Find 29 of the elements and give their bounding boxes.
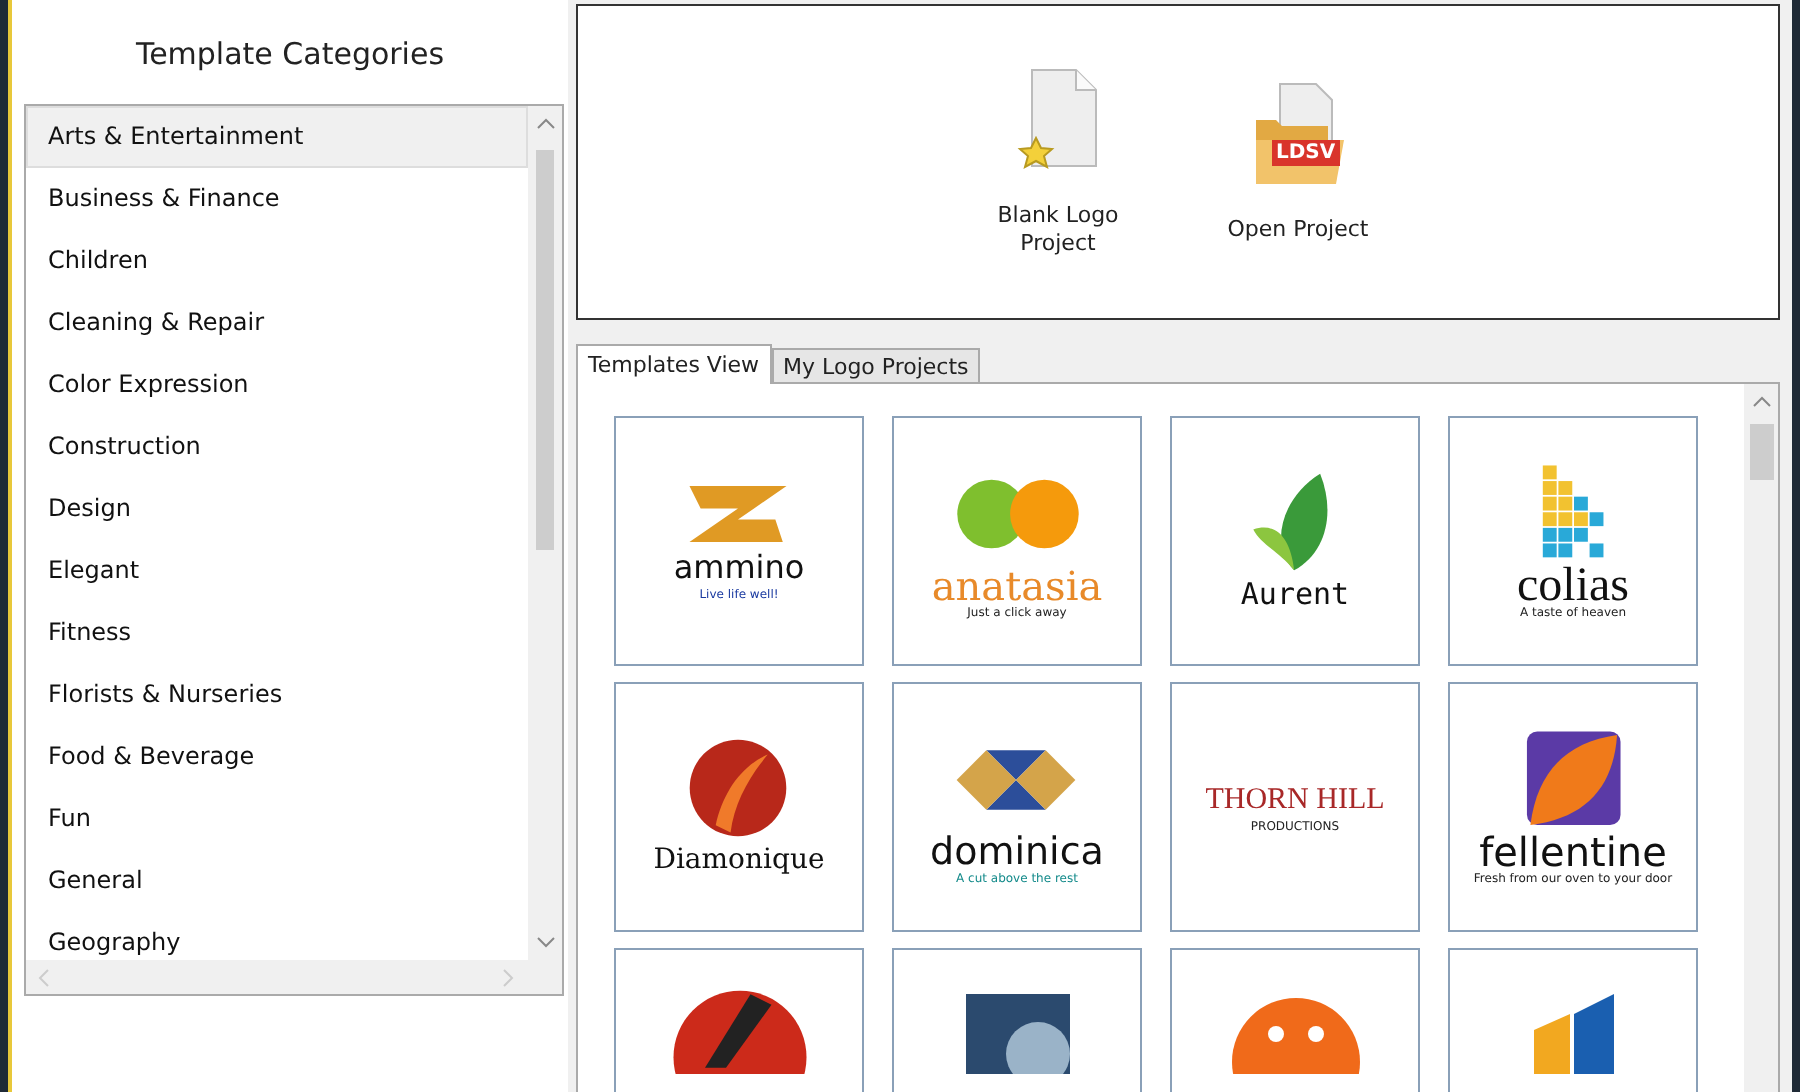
category-item[interactable]: Construction: [26, 416, 528, 478]
category-item[interactable]: Florists & Nurseries: [26, 664, 528, 726]
logo-name: fellentine: [1479, 831, 1667, 871]
tab[interactable]: Templates View: [576, 344, 772, 384]
logo-name: Diamonique: [653, 841, 825, 879]
tab[interactable]: My Logo Projects: [771, 348, 981, 382]
project-button[interactable]: LDSV Open Project: [1228, 80, 1368, 244]
category-item[interactable]: Geography: [26, 912, 528, 960]
logo-name: dominica: [930, 831, 1104, 871]
category-item[interactable]: Design: [26, 478, 528, 540]
logo-name: colias: [1517, 565, 1629, 605]
project-button[interactable]: Blank Logo Project: [988, 66, 1128, 258]
logo-name: THORN HILL: [1205, 781, 1385, 819]
category-item[interactable]: Cleaning & Repair: [26, 292, 528, 354]
logo-name: anatasia: [931, 565, 1103, 605]
category-item[interactable]: Fitness: [26, 602, 528, 664]
category-item[interactable]: Arts & Entertainment: [26, 106, 528, 168]
template-tile[interactable]: Diamonique: [614, 682, 864, 932]
logo-name: Aurent: [1240, 573, 1350, 613]
category-item[interactable]: Color Expression: [26, 354, 528, 416]
category-item[interactable]: Children: [26, 230, 528, 292]
category-item[interactable]: Fun: [26, 788, 528, 850]
category-item[interactable]: General: [26, 850, 528, 912]
logo-name: ammino: [673, 547, 805, 587]
category-item[interactable]: Business & Finance: [26, 168, 528, 230]
category-item[interactable]: Food & Beverage: [26, 726, 528, 788]
panel-title: Template Categories: [135, 36, 445, 72]
template-tile[interactable]: Aurent: [1170, 416, 1420, 666]
category-item[interactable]: Elegant: [26, 540, 528, 602]
